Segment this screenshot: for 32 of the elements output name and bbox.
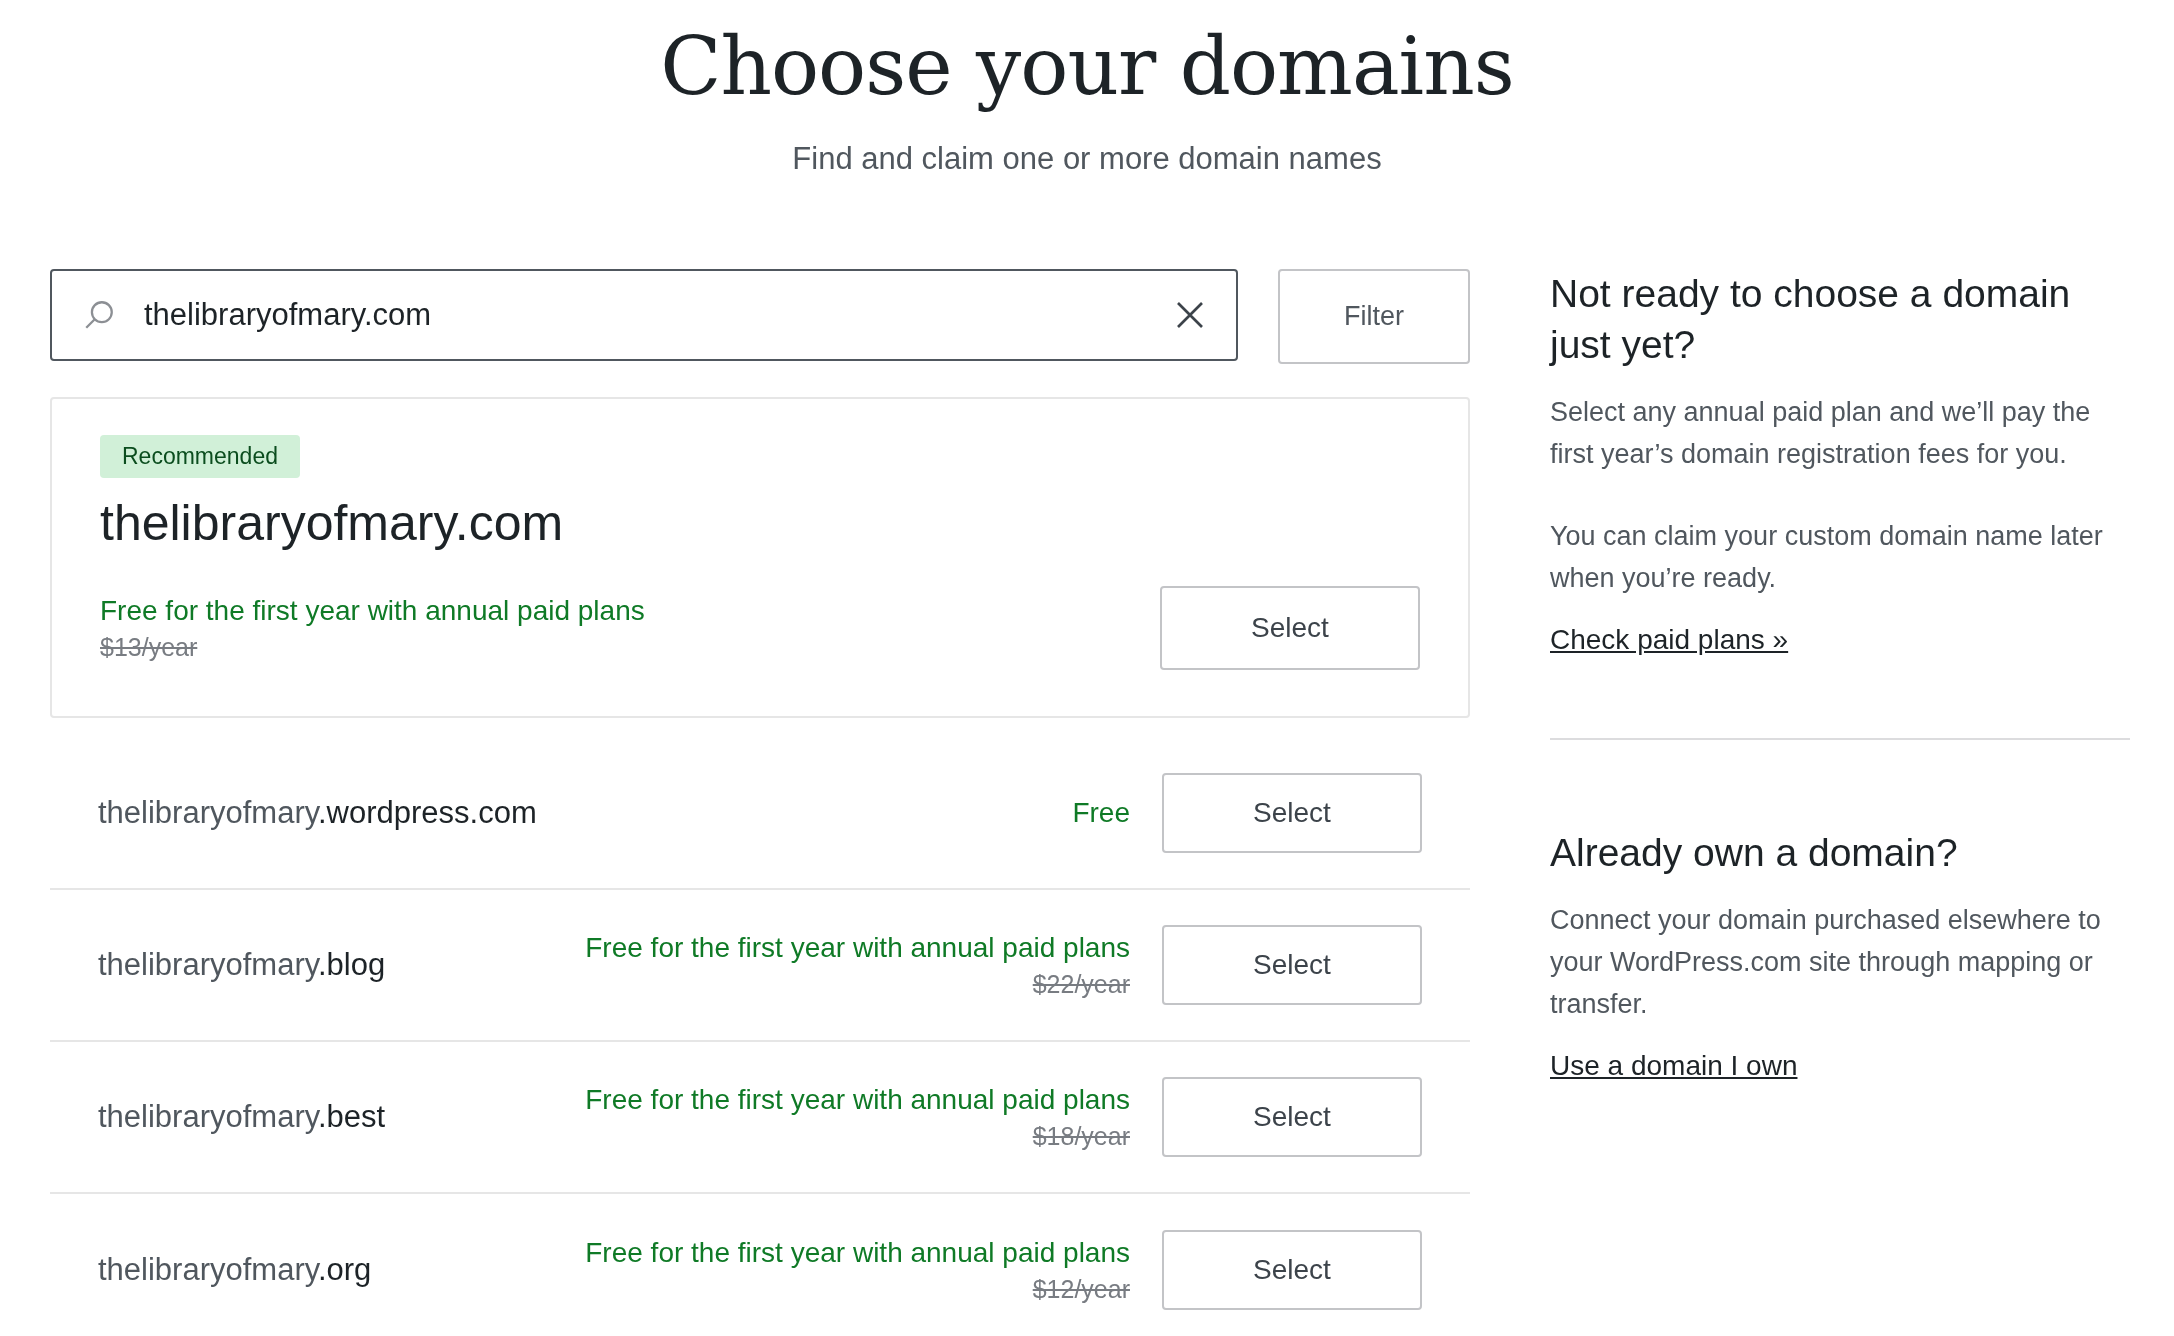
old-price: $12/year <box>1032 1274 1130 1304</box>
page-title: Choose your domains <box>660 20 1514 113</box>
domain-name: thelibraryofmary.com <box>100 494 565 552</box>
offer-text: Free for the first year with annual paid plans <box>585 931 1130 964</box>
page-subtitle: Find and claim one or more domain names <box>792 141 1382 177</box>
section-heading: Not ready to choose a domain just yet? <box>1550 271 2072 368</box>
domain-name: thelibraryofmary.blog <box>98 947 387 983</box>
select-button[interactable]: Select <box>1162 1077 1422 1157</box>
section-link[interactable]: Check paid plans » <box>1550 623 1789 656</box>
section-text: You can claim your custom domain name later when you’re ready. <box>1550 520 2104 595</box>
old-price: $13/year <box>100 632 198 662</box>
select-button[interactable]: Select <box>1162 1230 1422 1310</box>
section-link[interactable]: Use a domain I own <box>1550 1049 1798 1082</box>
select-button[interactable]: Select <box>1162 925 1422 1005</box>
offer-text: Free for the first year with annual paid plans <box>585 1083 1130 1116</box>
domain-name: thelibraryofmary.best <box>98 1099 387 1135</box>
offer-text: Free for the first year with annual paid plans <box>100 594 645 627</box>
old-price: $18/year <box>1032 1121 1130 1151</box>
recommended-badge: Recommended <box>100 435 300 478</box>
old-price: $22/year <box>1032 969 1130 999</box>
search-input[interactable]: thelibraryofmary.com <box>142 296 1148 334</box>
section-heading: Already own a domain? <box>1550 829 1959 876</box>
domain-name: thelibraryofmary.wordpress.com <box>98 795 538 831</box>
filter-button[interactable]: Filter <box>1278 269 1470 364</box>
search-field[interactable]: thelibraryofmary.com <box>50 269 1238 361</box>
offer-text: Free for the first year with annual paid plans <box>585 1236 1130 1269</box>
domain-name: thelibraryofmary.org <box>98 1252 373 1288</box>
section-text: Select any annual paid plan and we’ll pay the first year’s domain registration fees for you. <box>1550 396 2092 472</box>
select-button[interactable]: Select <box>1162 773 1422 853</box>
select-button[interactable]: Select <box>1160 586 1420 670</box>
section-text: Connect your domain purchased elsewhere to your WordPress.com site through mapping or transfer. <box>1550 904 2102 1022</box>
offer-text: Free <box>1072 797 1130 829</box>
